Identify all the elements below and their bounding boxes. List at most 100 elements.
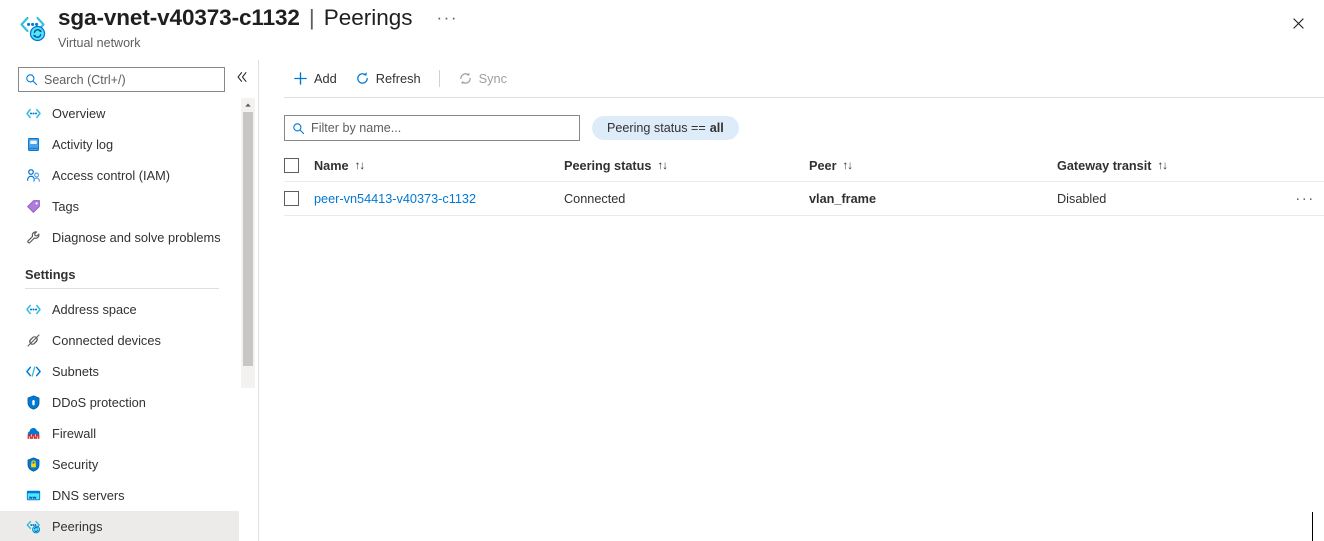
peering-name-link[interactable]: peer-vn54413-v40373-c1132 — [314, 192, 564, 206]
filter-by-name-input[interactable] — [311, 121, 572, 135]
sidebar-item-label: Connected devices — [52, 333, 161, 348]
peer-value: vlan_frame — [809, 192, 1057, 206]
security-icon — [25, 456, 42, 473]
row-checkbox[interactable] — [284, 191, 299, 206]
column-label: Peer — [809, 159, 837, 173]
collapse-sidebar-button[interactable] — [235, 70, 249, 88]
sidebar-item-label: Tags — [52, 199, 79, 214]
sidebar-divider — [25, 288, 219, 289]
column-header-peering-status[interactable]: Peering status ↑↓ — [564, 159, 809, 173]
toolbar-separator — [439, 70, 440, 87]
sidebar-item-label: Subnets — [52, 364, 99, 379]
refresh-button-label: Refresh — [376, 71, 421, 86]
sidebar-item-label: Security — [52, 457, 98, 472]
resource-name: sga-vnet-v40373-c1132 — [58, 5, 300, 31]
sidebar-item-connected-devices[interactable]: Connected devices — [0, 325, 239, 356]
sidebar-item-overview[interactable]: Overview — [0, 98, 239, 129]
search-icon — [25, 73, 38, 86]
peering-status-value: Connected — [564, 192, 809, 206]
plus-icon — [293, 71, 308, 86]
sidebar-item-label: Firewall — [52, 426, 96, 441]
sidebar-scrollbar-thumb[interactable] — [243, 112, 253, 366]
sidebar-item-ddos-protection[interactable]: DDoS protection — [0, 387, 239, 418]
row-context-menu-icon[interactable]: ··· — [1295, 194, 1315, 204]
connected-devices-icon — [25, 332, 42, 349]
sort-icon: ↑↓ — [1158, 160, 1168, 172]
sidebar-group-settings: Settings — [0, 253, 239, 288]
sidebar-item-label: Peerings — [52, 519, 103, 534]
column-header-gateway-transit[interactable]: Gateway transit ↑↓ — [1057, 159, 1286, 173]
page-title: sga-vnet-v40373-c1132 | Peerings ··· — [58, 5, 463, 31]
peering-status-filter-pill[interactable]: Peering status == all — [592, 116, 739, 140]
sort-icon: ↑↓ — [355, 160, 365, 172]
blade-sidebar: Overview Activity log — [0, 60, 259, 541]
column-header-peer[interactable]: Peer ↑↓ — [809, 159, 1057, 173]
title-separator: | — [309, 5, 315, 31]
firewall-icon — [25, 425, 42, 442]
sidebar-item-label: DNS servers — [52, 488, 125, 503]
filter-pill-prefix: Peering status == — [607, 121, 706, 135]
more-options-icon[interactable]: ··· — [432, 9, 463, 27]
sidebar-item-security[interactable]: Security — [0, 449, 239, 480]
overview-icon — [25, 105, 42, 122]
sidebar-item-label: Diagnose and solve problems — [52, 230, 221, 245]
column-label: Gateway transit — [1057, 159, 1152, 173]
sidebar-item-label: Address space — [52, 302, 137, 317]
gateway-transit-value: Disabled — [1057, 192, 1286, 206]
subnets-icon — [25, 363, 42, 380]
sync-icon — [458, 71, 473, 86]
column-label: Peering status — [564, 159, 651, 173]
sidebar-search[interactable] — [18, 67, 225, 92]
search-icon — [292, 122, 305, 135]
close-icon — [1292, 17, 1305, 30]
resource-type-subtitle: Virtual network — [58, 36, 140, 50]
sidebar-item-dns-servers[interactable]: DNS servers — [0, 480, 239, 511]
add-button-label: Add — [314, 71, 337, 86]
add-button[interactable]: Add — [284, 66, 346, 91]
sort-icon: ↑↓ — [843, 160, 853, 172]
table-header-row: Name ↑↓ Peering status ↑↓ Peer ↑↓ Gatewa… — [284, 150, 1324, 181]
filter-bar: Peering status == all — [284, 115, 739, 141]
column-header-name[interactable]: Name ↑↓ — [314, 159, 564, 173]
sync-button-label: Sync — [479, 71, 507, 86]
sidebar-item-subnets[interactable]: Subnets — [0, 356, 239, 387]
sidebar-item-access-control[interactable]: Access control (IAM) — [0, 160, 239, 191]
sidebar-item-firewall[interactable]: Firewall — [0, 418, 239, 449]
blade-header: sga-vnet-v40373-c1132 | Peerings ··· Vir… — [0, 0, 1324, 58]
dns-servers-icon — [25, 487, 42, 504]
chevron-double-left-icon — [235, 70, 249, 84]
virtual-network-peering-icon — [16, 11, 50, 45]
sync-button[interactable]: Sync — [449, 66, 516, 91]
sidebar-item-activity-log[interactable]: Activity log — [0, 129, 239, 160]
search-input[interactable] — [44, 73, 218, 87]
sidebar-item-diagnose[interactable]: Diagnose and solve problems — [0, 222, 239, 253]
sidebar-item-tags[interactable]: Tags — [0, 191, 239, 222]
filter-pill-value: all — [710, 121, 724, 135]
refresh-button[interactable]: Refresh — [346, 66, 430, 91]
azure-portal-blade: sga-vnet-v40373-c1132 | Peerings ··· Vir… — [0, 0, 1324, 541]
access-control-icon — [25, 167, 42, 184]
column-label: Name — [314, 159, 349, 173]
tags-icon — [25, 198, 42, 215]
row-actions-cell: ··· — [1286, 194, 1324, 204]
command-toolbar: Add Refresh — [259, 60, 1324, 97]
sidebar-item-label: Access control (IAM) — [52, 168, 170, 183]
address-space-icon — [25, 301, 42, 318]
sidebar-nav: Overview Activity log — [0, 98, 239, 541]
sidebar-item-address-space[interactable]: Address space — [0, 294, 239, 325]
name-filter[interactable] — [284, 115, 580, 141]
refresh-icon — [355, 71, 370, 86]
diagnose-icon — [25, 229, 42, 246]
peerings-icon — [25, 518, 42, 535]
sidebar-item-peerings[interactable]: Peerings — [0, 511, 239, 541]
close-blade-button[interactable] — [1282, 7, 1314, 39]
table-row[interactable]: peer-vn54413-v40373-c1132 Connected vlan… — [284, 181, 1324, 216]
blade-page-name: Peerings — [324, 5, 413, 31]
row-select-cell — [284, 191, 314, 206]
select-all-checkbox[interactable] — [284, 158, 299, 173]
select-all-cell — [284, 158, 314, 173]
peerings-table: Name ↑↓ Peering status ↑↓ Peer ↑↓ Gatewa… — [284, 150, 1324, 216]
activity-log-icon — [25, 136, 42, 153]
scroll-up-arrow-icon[interactable] — [241, 98, 255, 112]
text-cursor — [1312, 512, 1313, 541]
